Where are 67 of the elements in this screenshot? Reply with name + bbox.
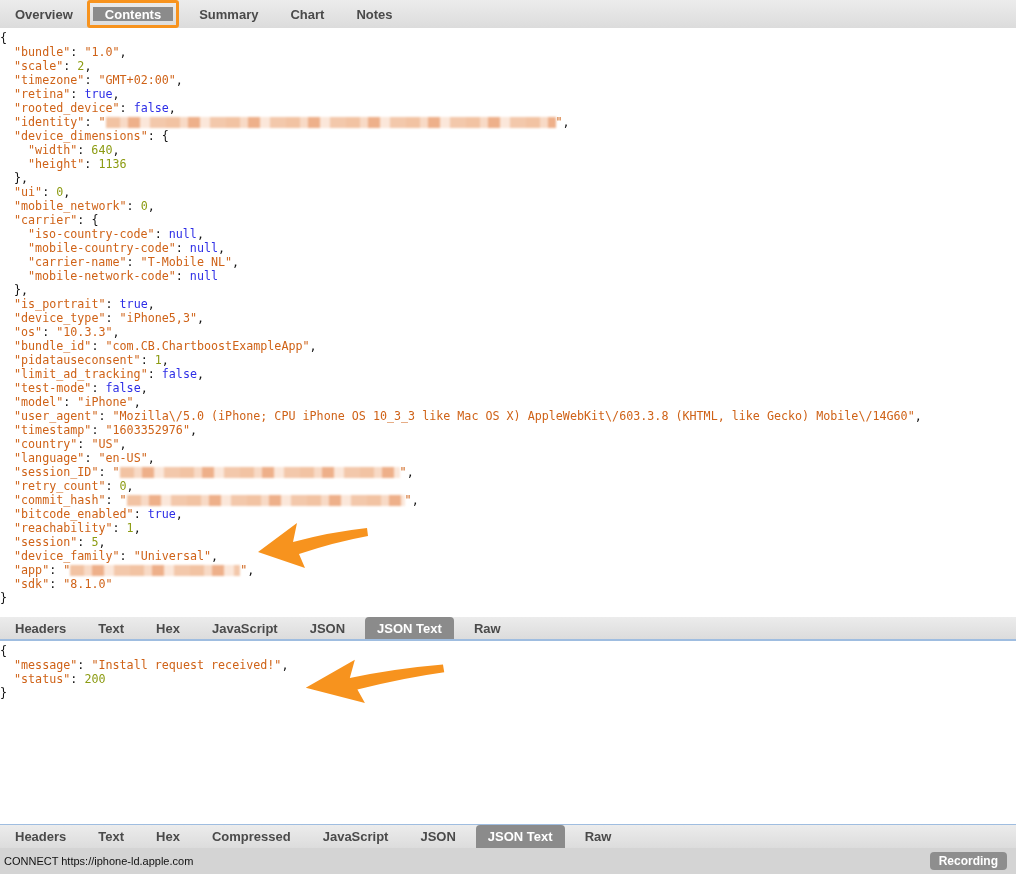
code-line: "test-mode": false, — [14, 381, 148, 395]
code-line: "device_dimensions": { — [14, 129, 169, 143]
code-line: "is_portrait": true, — [14, 297, 155, 311]
tab[interactable]: Chart — [278, 0, 337, 28]
code-line: "retry_count": 0, — [14, 479, 134, 493]
code-line: "pidatauseconsent": 1, — [14, 353, 169, 367]
tab[interactable]: Notes — [344, 0, 405, 28]
code-line: ", — [404, 493, 419, 507]
tab[interactable]: Hex — [144, 617, 192, 639]
code-line: "mobile-network-code": null — [28, 269, 218, 283]
code-line: "bitcode_enabled": true, — [14, 507, 183, 521]
tab[interactable]: Summary — [187, 0, 271, 28]
code-line: "session": 5, — [14, 535, 106, 549]
code-line: "timezone": "GMT+02:00", — [14, 73, 183, 87]
tab[interactable]: Compressed — [199, 825, 303, 848]
code-line: "commit_hash": " — [14, 493, 127, 507]
tab[interactable]: Raw — [461, 617, 513, 639]
code-line: "bundle": "1.0", — [14, 45, 127, 59]
tab[interactable]: JSON — [297, 617, 358, 639]
code-line: "sdk": "8.1.0" — [14, 577, 113, 591]
code-line: "user_agent": "Mozilla\/5.0 (iPhone; CPU iPhone OS 10_3_3 like Mac OS X) AppleWebKit\/603.3.8 (KHTML, like Gecko) Mobile\/14G60", — [14, 409, 922, 423]
code-line: "identity": " — [14, 115, 106, 129]
code-line: "status": 200 — [14, 672, 106, 686]
status-text: CONNECT https://iphone-ld.apple.com — [4, 855, 194, 867]
code-line: "timestamp": "1603352976", — [14, 423, 197, 437]
code-line: }, — [14, 283, 29, 297]
code-line: "mobile-country-code": null, — [28, 241, 226, 255]
code-line: "carrier-name": "T-Mobile NL", — [28, 255, 240, 269]
code-line: "language": "en-US", — [14, 451, 155, 465]
code-line: "device_family": "Universal", — [14, 549, 219, 563]
code-line: "carrier": { — [14, 213, 99, 227]
tab[interactable]: JavaScript — [310, 825, 401, 848]
code-line: ", — [399, 465, 414, 479]
code-line: "os": "10.3.3", — [14, 325, 120, 339]
code-line: "scale": 2, — [14, 59, 92, 73]
code-line: ", — [555, 115, 570, 129]
tab[interactable]: Raw — [572, 825, 624, 848]
code-line: "model": "iPhone", — [14, 395, 141, 409]
code-line: "mobile_network": 0, — [14, 199, 155, 213]
code-line: "bundle_id": "com.CB.ChartboostExampleApp", — [14, 339, 317, 353]
tab[interactable]: Headers — [3, 825, 79, 848]
code-line: "rooted_device": false, — [14, 101, 176, 115]
code-line: } — [0, 686, 8, 700]
tab[interactable]: Text — [86, 617, 137, 639]
tab[interactable]: Hex — [144, 825, 192, 848]
tab[interactable]: JSON — [408, 825, 468, 848]
code-line: "retina": true, — [14, 87, 120, 101]
code-line: "session_ID": " — [14, 465, 120, 479]
code-line: "country": "US", — [14, 437, 127, 451]
code-line: "width": 640, — [28, 143, 120, 157]
tab[interactable]: Text — [86, 825, 137, 848]
code-line: { — [0, 31, 8, 45]
code-line: "device_type": "iPhone5,3", — [14, 311, 204, 325]
code-line: ", — [240, 563, 255, 577]
code-line: "height": 1136 — [28, 157, 127, 171]
code-line: } — [0, 591, 8, 605]
tab[interactable]: JavaScript — [199, 617, 290, 639]
code-line: "ui": 0, — [14, 185, 71, 199]
code-line: "message": "Install request received!", — [14, 658, 289, 672]
code-line: "limit_ad_tracking": false, — [14, 367, 204, 381]
tab[interactable]: Headers — [3, 617, 79, 639]
tab[interactable]: Overview — [3, 0, 85, 28]
code-line: "reachability": 1, — [14, 521, 141, 535]
code-line: }, — [14, 171, 29, 185]
code-line: { — [0, 644, 8, 658]
code-line: "app": " — [14, 563, 71, 577]
code-line: "iso-country-code": null, — [28, 227, 204, 241]
